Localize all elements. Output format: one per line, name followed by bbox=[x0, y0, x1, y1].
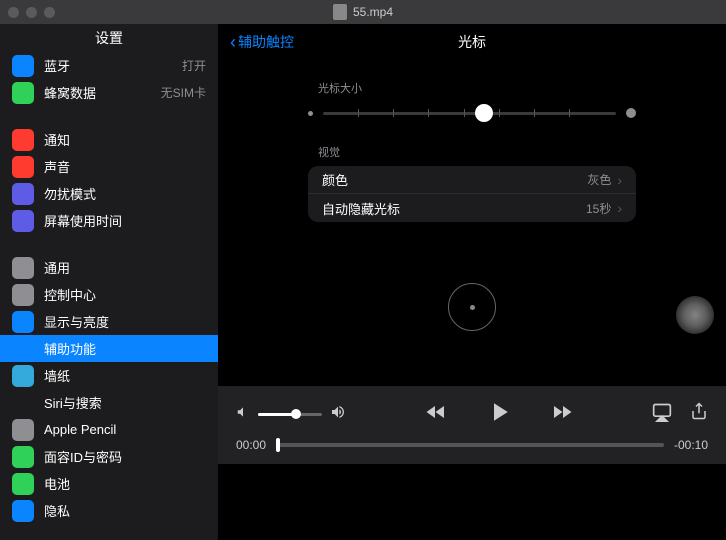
slider-thumb[interactable] bbox=[475, 104, 493, 122]
sidebar-item-label: 面容ID与密码 bbox=[44, 447, 122, 466]
row-label: 自动隐藏光标 bbox=[322, 199, 400, 218]
row-value: 15秒 bbox=[586, 200, 611, 217]
sidebar-item-icon bbox=[12, 82, 34, 104]
maximize-window-icon[interactable] bbox=[44, 7, 55, 18]
content-navbar: ‹ 辅助触控 光标 bbox=[218, 24, 726, 60]
sidebar-item-icon bbox=[12, 338, 34, 360]
sidebar-item-label: 勿扰模式 bbox=[44, 184, 96, 203]
current-time: 00:00 bbox=[236, 438, 266, 452]
sidebar-item-label: 蜂窝数据 bbox=[44, 83, 96, 102]
sidebar-item[interactable]: Apple Pencil bbox=[0, 416, 218, 443]
traffic-lights[interactable] bbox=[8, 7, 55, 18]
sidebar-item-icon bbox=[12, 392, 34, 414]
sidebar-item-icon bbox=[12, 311, 34, 333]
sidebar-item-label: 声音 bbox=[44, 157, 70, 176]
volume-slider[interactable] bbox=[258, 413, 322, 416]
sidebar-item-icon bbox=[12, 500, 34, 522]
settings-sidebar: 设置 蓝牙 打开蜂窝数据 无SIM卡 通知声音勿扰模式屏幕使用时间 通用控制中心显示… bbox=[0, 24, 218, 540]
file-icon bbox=[333, 4, 347, 20]
sidebar-item-label: 屏幕使用时间 bbox=[44, 211, 122, 230]
cursor-preview bbox=[448, 283, 496, 331]
sidebar-item-icon bbox=[12, 419, 34, 441]
back-label: 辅助触控 bbox=[238, 32, 294, 52]
sidebar-item-icon bbox=[12, 446, 34, 468]
sidebar-item-icon bbox=[12, 183, 34, 205]
share-icon[interactable] bbox=[690, 402, 708, 427]
rewind-button[interactable] bbox=[424, 400, 448, 429]
sidebar-item[interactable]: 控制中心 bbox=[0, 281, 218, 308]
content-pane: ‹ 辅助触控 光标 光标大小 视觉 颜色 灰色 › 自动隐藏光标 15秒 › bbox=[218, 24, 726, 540]
sidebar-item-icon bbox=[12, 129, 34, 151]
sidebar-item[interactable]: 墙纸 bbox=[0, 362, 218, 389]
sidebar-item-icon bbox=[12, 473, 34, 495]
window-titlebar: 55.mp4 bbox=[0, 0, 726, 24]
sidebar-item[interactable]: 蓝牙 打开 bbox=[0, 52, 218, 79]
sidebar-item[interactable]: 勿扰模式 bbox=[0, 180, 218, 207]
sidebar-item[interactable]: Siri与搜索 bbox=[0, 389, 218, 416]
window-title: 55.mp4 bbox=[333, 4, 393, 20]
visual-section-label: 视觉 bbox=[308, 144, 636, 160]
video-player-controls: 00:00 -00:10 bbox=[218, 386, 726, 464]
page-title: 光标 bbox=[458, 32, 486, 52]
sidebar-item-value: 打开 bbox=[182, 57, 206, 74]
filename-label: 55.mp4 bbox=[353, 5, 393, 19]
sidebar-item[interactable]: 隐私 bbox=[0, 497, 218, 524]
sidebar-item-icon bbox=[12, 156, 34, 178]
minimize-window-icon[interactable] bbox=[26, 7, 37, 18]
cursor-size-slider[interactable] bbox=[308, 102, 636, 124]
sidebar-item-icon bbox=[12, 210, 34, 232]
back-button[interactable]: ‹ 辅助触控 bbox=[230, 32, 294, 53]
slider-track[interactable] bbox=[323, 112, 616, 115]
sidebar-item-label: 辅助功能 bbox=[44, 339, 96, 358]
slider-max-icon bbox=[626, 108, 636, 118]
sidebar-item-label: 显示与亮度 bbox=[44, 312, 109, 331]
sidebar-item[interactable]: 蜂窝数据 无SIM卡 bbox=[0, 79, 218, 106]
sidebar-item[interactable]: 声音 bbox=[0, 153, 218, 180]
visual-settings-list: 颜色 灰色 › 自动隐藏光标 15秒 › bbox=[308, 166, 636, 222]
sidebar-item-label: 蓝牙 bbox=[44, 56, 70, 75]
close-window-icon[interactable] bbox=[8, 7, 19, 18]
chevron-left-icon: ‹ bbox=[230, 32, 236, 53]
sidebar-item-label: 隐私 bbox=[44, 501, 70, 520]
row-value: 灰色 bbox=[587, 171, 611, 188]
sidebar-item-label: 控制中心 bbox=[44, 285, 96, 304]
assistive-touch-button[interactable] bbox=[676, 296, 714, 334]
volume-high-icon bbox=[330, 404, 346, 425]
sidebar-item[interactable]: 显示与亮度 bbox=[0, 308, 218, 335]
sidebar-item[interactable]: 面容ID与密码 bbox=[0, 443, 218, 470]
sidebar-item[interactable]: 电池 bbox=[0, 470, 218, 497]
sidebar-item-icon bbox=[12, 55, 34, 77]
row-label: 颜色 bbox=[322, 170, 348, 189]
sidebar-item-label: Siri与搜索 bbox=[44, 393, 102, 412]
sidebar-item-icon bbox=[12, 257, 34, 279]
slider-min-icon bbox=[308, 111, 313, 116]
sidebar-item-label: 通知 bbox=[44, 130, 70, 149]
volume-low-icon bbox=[236, 405, 250, 424]
sidebar-item-label: Apple Pencil bbox=[44, 422, 116, 437]
remaining-time: -00:10 bbox=[674, 438, 708, 452]
cursor-size-label: 光标大小 bbox=[308, 80, 636, 96]
airplay-icon[interactable] bbox=[652, 402, 672, 427]
sidebar-item-icon bbox=[12, 365, 34, 387]
settings-row[interactable]: 颜色 灰色 › bbox=[308, 166, 636, 194]
chevron-right-icon: › bbox=[617, 172, 622, 188]
sidebar-item-label: 电池 bbox=[44, 474, 70, 493]
sidebar-item-label: 通用 bbox=[44, 258, 70, 277]
sidebar-item-icon bbox=[12, 284, 34, 306]
sidebar-item[interactable]: 辅助功能 bbox=[0, 335, 218, 362]
timeline-slider[interactable] bbox=[276, 443, 664, 447]
sidebar-item[interactable]: 屏幕使用时间 bbox=[0, 207, 218, 234]
volume-control[interactable] bbox=[236, 404, 346, 425]
sidebar-item-value: 无SIM卡 bbox=[161, 84, 206, 101]
sidebar-title: 设置 bbox=[0, 24, 218, 52]
chevron-right-icon: › bbox=[617, 200, 622, 216]
forward-button[interactable] bbox=[550, 400, 574, 429]
settings-row[interactable]: 自动隐藏光标 15秒 › bbox=[308, 194, 636, 222]
sidebar-item[interactable]: 通用 bbox=[0, 254, 218, 281]
play-button[interactable] bbox=[484, 397, 514, 432]
sidebar-item[interactable]: 通知 bbox=[0, 126, 218, 153]
sidebar-item-label: 墙纸 bbox=[44, 366, 70, 385]
